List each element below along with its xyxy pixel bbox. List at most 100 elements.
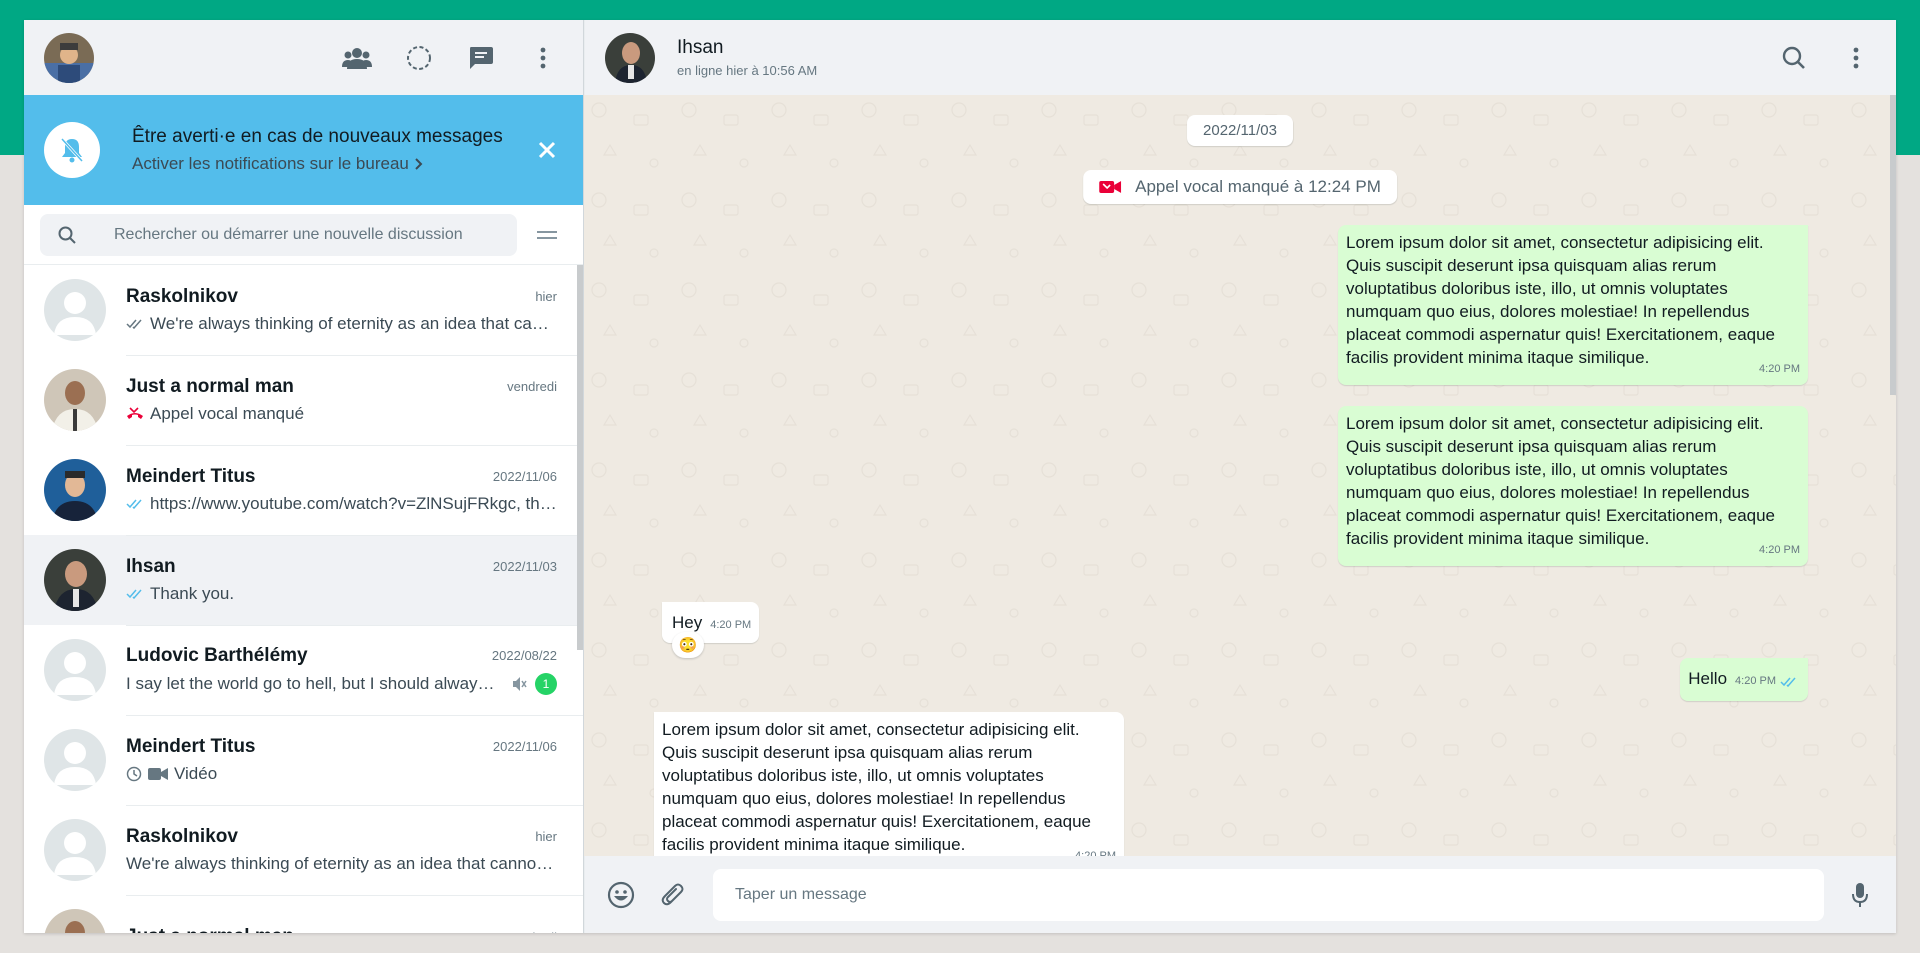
- emoji-button[interactable]: [605, 879, 637, 911]
- notification-title: Être averti·e en cas de nouveaux message…: [132, 126, 503, 147]
- double-tick-grey-icon: [126, 319, 144, 329]
- contact-meta[interactable]: Ihsan en ligne hier à 10:56 AM: [677, 37, 817, 78]
- conversation-header-icons: [1778, 42, 1876, 74]
- conversation-menu-button[interactable]: [1840, 42, 1872, 74]
- avatar-default: [44, 729, 106, 791]
- chat-list-scrollbar[interactable]: [577, 265, 583, 650]
- double-tick-blue-icon: [126, 589, 144, 599]
- search-messages-button[interactable]: [1778, 42, 1810, 74]
- chat-item-preview: Vidéo: [126, 764, 557, 784]
- chat-name: Raskolnikov: [126, 825, 238, 847]
- clock-icon: [126, 766, 142, 782]
- message-reaction[interactable]: 😳: [672, 632, 704, 658]
- date-chip: 2022/11/03: [1187, 115, 1293, 146]
- chat-item-header: Just a normal man vendredi: [126, 926, 557, 933]
- message-area[interactable]: 2022/11/03 Appel vocal manqué à 12:24 PM…: [584, 95, 1896, 856]
- voice-message-button[interactable]: [1844, 879, 1876, 911]
- chat-preview: I say let the world go to hell, but I sh…: [126, 673, 503, 693]
- message-text: Lorem ipsum dolor sit amet, consectetur …: [1346, 233, 1776, 367]
- message-area-scrollbar[interactable]: [1890, 95, 1896, 395]
- chat-item-preview: I say let the world go to hell, but I sh…: [126, 672, 557, 695]
- chat-item-info: Meindert Titus 2022/11/06 https://www.yout…: [126, 445, 583, 536]
- message-outgoing[interactable]: Hello 4:20 PM: [1680, 658, 1808, 701]
- chat-item[interactable]: Ludovic Barthélémy 2022/08/22 I say let th…: [24, 625, 583, 716]
- avatar-just-a-normal-man: [44, 909, 106, 933]
- avatar-just-a-normal-man: [44, 369, 106, 431]
- emoji-icon: [607, 881, 635, 908]
- close-banner-button[interactable]: [531, 134, 563, 166]
- chat-preview: https://www.youtube.com/watch?v=ZlNSujFR…: [150, 493, 557, 513]
- chat-item[interactable]: Ihsan 2022/11/03 Thank you.: [24, 535, 583, 626]
- message-text: Lorem ipsum dolor sit amet, consectetur …: [662, 720, 1092, 854]
- chat-name: Raskolnikov: [126, 285, 238, 307]
- bell-off-icon: [44, 122, 100, 178]
- chat-item[interactable]: Raskolnikov hier We're always thinking of …: [24, 265, 583, 356]
- message-input-box: [713, 868, 1824, 921]
- new-chat-icon[interactable]: [465, 42, 497, 74]
- conversation-header: Ihsan en ligne hier à 10:56 AM: [584, 20, 1896, 95]
- chat-item[interactable]: Meindert Titus 2022/11/06 Vidéo: [24, 715, 583, 806]
- search-box: [40, 213, 517, 256]
- chat-preview: Thank you.: [150, 583, 235, 603]
- chat-item[interactable]: Raskolnikov hier We're always thinking of …: [24, 805, 583, 896]
- chat-time: 2022/11/03: [492, 559, 557, 574]
- menu-icon: [1853, 47, 1859, 68]
- chat-name: Meindert Titus: [126, 465, 256, 487]
- search-input[interactable]: [112, 224, 499, 245]
- chat-item-info: Raskolnikov hier We're always thinking of …: [126, 805, 583, 896]
- contact-name: Ihsan: [677, 37, 724, 58]
- message-time: 4:20 PM: [1075, 850, 1116, 856]
- message-outgoing[interactable]: Lorem ipsum dolor sit amet, consectetur …: [1338, 406, 1808, 566]
- chat-name: Ludovic Barthélémy: [126, 644, 308, 666]
- avatar-default: [44, 819, 106, 881]
- chat-item[interactable]: Meindert Titus 2022/11/06 https://www.yout…: [24, 445, 583, 536]
- chat-item-info: Raskolnikov hier We're always thinking of …: [126, 265, 583, 356]
- muted-icon: [511, 676, 527, 692]
- chat-time: hier: [535, 829, 557, 844]
- missed-call-notice[interactable]: Appel vocal manqué à 12:24 PM: [1083, 170, 1397, 204]
- community-icon[interactable]: [341, 42, 373, 74]
- chat-item-info: Just a normal man vendredi Appel vocal man…: [126, 355, 583, 446]
- message-input[interactable]: [733, 884, 1804, 905]
- chat-item[interactable]: Just a normal man vendredi Appel vocal man…: [24, 355, 583, 446]
- menu-icon[interactable]: [527, 42, 559, 74]
- chat-item[interactable]: Just a normal man vendredi: [24, 895, 583, 933]
- chat-time: 2022/11/06: [492, 739, 557, 754]
- contact-avatar[interactable]: [605, 32, 655, 83]
- chat-preview: Appel vocal manqué: [150, 403, 305, 423]
- chat-item-header: Meindert Titus 2022/11/06: [126, 466, 557, 488]
- message-incoming[interactable]: Lorem ipsum dolor sit amet, consectetur …: [654, 712, 1124, 856]
- chat-item-preview: https://www.youtube.com/watch?v=ZlNSujFR…: [126, 494, 557, 514]
- filter-button[interactable]: [527, 215, 567, 255]
- search-row: [24, 205, 583, 265]
- chat-item-preview: We're always thinking of eternity as an …: [126, 854, 557, 874]
- chat-preview: We're always thinking of eternity as an …: [150, 313, 557, 333]
- message-text: Hey: [672, 613, 703, 632]
- chat-item-header: Just a normal man vendredi: [126, 376, 557, 398]
- chat-time: 2022/08/22: [491, 648, 557, 663]
- chat-item-preview: Thank you.: [126, 584, 557, 604]
- chat-item-header: Raskolnikov hier: [126, 826, 557, 848]
- chat-item-preview: Appel vocal manqué: [126, 404, 557, 424]
- enable-notifications-link[interactable]: Activer les notifications sur le bureau: [132, 154, 531, 174]
- chat-item-info: Ihsan 2022/11/03 Thank you.: [126, 535, 583, 626]
- chat-time: vendredi: [507, 379, 557, 394]
- paperclip-icon: [661, 883, 684, 905]
- message-text: Hello: [1688, 669, 1728, 688]
- missed-call-text: Appel vocal manqué à 12:24 PM: [1135, 177, 1381, 196]
- message-time: 4:20 PM: [710, 619, 752, 631]
- message-outgoing[interactable]: Lorem ipsum dolor sit amet, consectetur …: [1338, 225, 1808, 385]
- filter-icon: [537, 230, 557, 239]
- my-avatar[interactable]: [44, 32, 94, 83]
- avatar-ihsan: [44, 549, 106, 611]
- status-icon[interactable]: [403, 42, 435, 74]
- composer-left-icons: [605, 879, 689, 911]
- message-text: Lorem ipsum dolor sit amet, consectetur …: [1346, 414, 1776, 548]
- chat-time: hier: [535, 289, 557, 304]
- chat-item-info: Just a normal man vendredi: [126, 895, 583, 933]
- enable-notifications-label: Activer les notifications sur le bureau: [132, 154, 409, 173]
- unread-badge: 1: [535, 672, 557, 695]
- avatar-default: [44, 279, 106, 341]
- chat-name: Just a normal man: [126, 926, 499, 933]
- attach-button[interactable]: [657, 879, 689, 911]
